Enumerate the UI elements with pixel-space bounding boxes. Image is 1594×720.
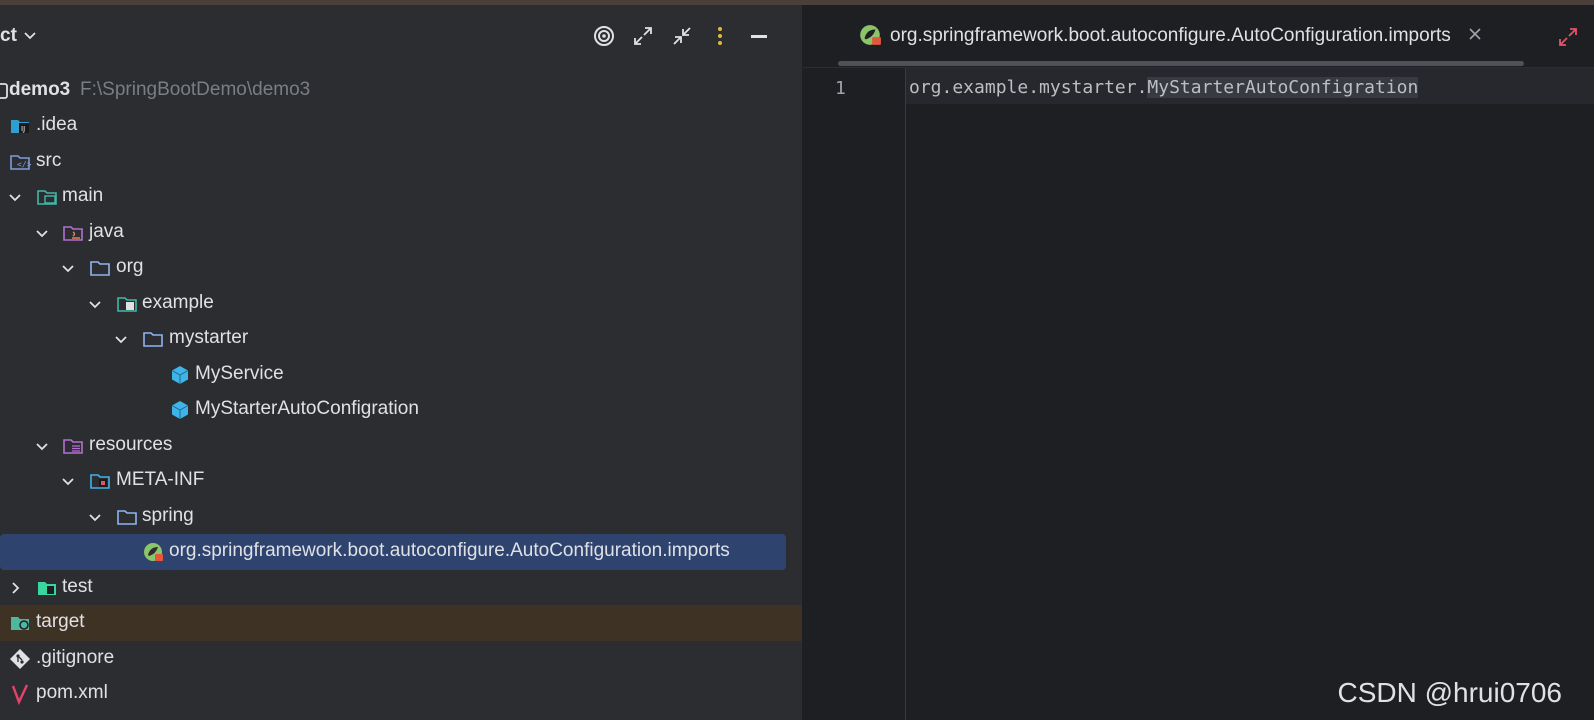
folder-icon [117,510,137,525]
tree-item-mystarterautoconfigration[interactable]: MyStarterAutoConfigration [0,392,802,428]
close-icon[interactable] [1466,25,1484,43]
chevron-down-icon[interactable] [59,259,77,277]
tree-item-label: pom.xml [36,682,108,703]
tree-item-label: src [36,150,62,171]
tree-item-label: org.springframework.boot.autoconfigure.A… [169,540,730,561]
tab-scrollbar[interactable] [838,61,1524,66]
maven-icon [11,684,29,705]
svg-text:</>: </> [17,160,31,169]
test-folder-icon [38,582,56,595]
svg-text:IJ: IJ [21,125,25,133]
main-folder-icon [37,190,57,205]
tree-item-label: .idea [36,114,78,135]
tree-item-label: MyStarterAutoConfigration [195,398,419,419]
tree-item-mystarter[interactable]: mystarter [0,321,802,357]
tree-item-label: MyService [195,363,284,384]
tree-item-main[interactable]: main [0,179,802,215]
chevron-right-icon[interactable] [6,579,24,597]
collapse-all-icon[interactable] [671,25,693,47]
chevron-down-icon[interactable] [33,437,51,455]
package-folder-icon [117,297,137,312]
java-class-icon [171,401,189,419]
tree-item-label: resources [89,434,173,455]
tree-item-gitignore[interactable]: .gitignore [0,641,802,677]
java-source-root-icon [63,226,83,241]
meta-inf-folder-icon [90,474,110,489]
source-folder-icon: </> [10,155,31,170]
project-toolbar: ct [0,5,802,67]
spring-file-icon [144,543,163,561]
tree-item-label: org [116,256,144,277]
tree-item-java[interactable]: java [0,215,802,251]
tree-item-label: main [62,185,104,206]
tree-item-label: example [142,292,214,313]
expand-all-icon[interactable] [632,25,654,47]
resources-root-icon [63,439,83,454]
idea-folder-icon: IJ [11,120,29,133]
project-panel: ct demo3 F:\SpringBootDemo\demo3 IJ .ide… [0,5,802,720]
tree-item-autoconfiguration-imports[interactable]: org.springframework.boot.autoconfigure.A… [0,534,802,570]
chevron-down-icon[interactable] [22,27,38,43]
tree-item-resources[interactable]: resources [0,428,802,464]
tree-item-test[interactable]: test [0,570,802,606]
tree-item-idea[interactable]: IJ .idea [0,108,802,144]
line-number: 1 [835,78,846,99]
tree-item-src[interactable]: </> src [0,144,802,180]
editor-tab-label: org.springframework.boot.autoconfigure.A… [890,25,1451,46]
editor-tab-bar: org.springframework.boot.autoconfigure.A… [803,5,1594,68]
chevron-down-icon[interactable] [112,330,130,348]
tree-item-label: spring [142,505,194,526]
editor-tab[interactable]: org.springframework.boot.autoconfigure.A… [838,5,1488,67]
module-path: F:\SpringBootDemo\demo3 [80,79,311,100]
tree-item-label: mystarter [169,327,249,348]
package-folder-icon [90,261,110,276]
target-icon[interactable] [593,25,615,47]
tree-item-spring[interactable]: spring [0,499,802,535]
project-title[interactable]: ct [0,25,17,47]
code-text: org.example.mystarter. [909,77,1148,98]
minimize-icon[interactable] [748,25,770,47]
tree-item-example[interactable]: example [0,286,802,322]
java-class-icon [171,366,189,384]
chevron-down-icon[interactable] [33,224,51,242]
excluded-folder-icon [11,617,29,630]
tree-item-org[interactable]: org [0,250,802,286]
code-identifier-highlight: MyStarterAutoConfigration [1147,77,1419,98]
expand-icon[interactable] [1558,27,1578,47]
chevron-down-icon[interactable] [86,295,104,313]
tree-item-label: .gitignore [36,647,115,668]
tree-item-label: META-INF [116,469,205,490]
chevron-down-icon[interactable] [6,188,24,206]
tree-item-myservice[interactable]: MyService [0,357,802,393]
watermark: CSDN @hrui0706 [1337,677,1562,708]
tree-item-label: test [62,576,93,597]
code-line[interactable]: org.example.mystarter.MyStarterAutoConfi… [909,77,1419,98]
line-number-gutter: 1 [803,68,906,720]
chevron-down-icon[interactable] [59,472,77,490]
tree-item-label: java [89,221,124,242]
tree-item-label: target [36,611,85,632]
editor-pane: org.springframework.boot.autoconfigure.A… [803,5,1594,720]
git-icon [10,649,30,669]
tree-item-pom-xml[interactable]: pom.xml [0,676,802,712]
tree-item-label: demo3 [9,79,71,100]
tree-item-meta-inf[interactable]: META-INF [0,463,802,499]
chevron-down-icon[interactable] [86,508,104,526]
package-folder-icon [143,332,163,347]
tree-item-target[interactable]: target [0,605,802,641]
tree-item-demo3[interactable]: demo3 F:\SpringBootDemo\demo3 [0,73,802,109]
more-vertical-icon[interactable] [709,25,731,47]
spring-file-icon [860,25,881,45]
